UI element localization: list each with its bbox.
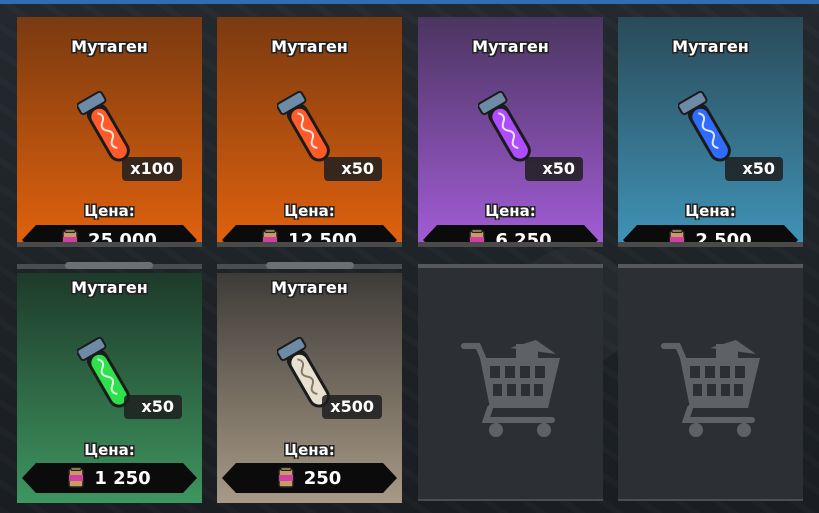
- price-value: 1 250: [94, 467, 151, 489]
- shopping-cart-icon: [661, 340, 760, 437]
- card-bottom-strip: [217, 242, 402, 247]
- item-quantity: x50: [725, 157, 783, 181]
- shopping-cart-icon: [461, 340, 560, 437]
- item-quantity: x100: [122, 157, 182, 181]
- card-bottom-strip: [618, 242, 803, 247]
- slot-bottom-line: [618, 499, 803, 501]
- price-label: Цена:: [284, 202, 335, 220]
- top-accent-bar: [0, 0, 819, 4]
- mutagen-can-icon: [68, 467, 84, 489]
- shop-item-card[interactable]: Мутаген x50 Цена: 6 250: [418, 17, 603, 247]
- empty-shop-slot[interactable]: [618, 264, 803, 501]
- price-label: Цена:: [685, 202, 736, 220]
- price-label: Цена:: [84, 202, 135, 220]
- card-bottom-strip: [418, 242, 603, 247]
- item-title: Мутаген: [271, 278, 348, 297]
- item-title: Мутаген: [271, 37, 348, 56]
- slot-bottom-line: [418, 499, 603, 501]
- shop-item-card[interactable]: Мутаген x50 Цена: 2 500: [618, 17, 803, 247]
- mutagen-can-icon: [278, 467, 294, 489]
- item-quantity: x50: [124, 395, 182, 419]
- scroll-handle[interactable]: [266, 262, 354, 269]
- item-title: Мутаген: [672, 37, 749, 56]
- price-label: Цена:: [485, 202, 536, 220]
- price-label: Цена:: [84, 441, 135, 459]
- price-button[interactable]: 250: [222, 463, 397, 493]
- shop-item-card[interactable]: Мутаген x500 Цена: 250: [217, 273, 402, 503]
- price-button[interactable]: 1 250: [22, 463, 197, 493]
- shop-item-card[interactable]: Мутаген x50 Цена: 12 500: [217, 17, 402, 247]
- price-value: 250: [303, 467, 342, 489]
- shop-item-card[interactable]: Мутаген x100 Цена: 25 000: [17, 17, 202, 247]
- item-quantity: x500: [322, 395, 382, 419]
- scroll-handle[interactable]: [65, 262, 153, 269]
- item-quantity: x50: [525, 157, 583, 181]
- price-label: Цена:: [284, 441, 335, 459]
- card-bottom-strip: [17, 242, 202, 247]
- item-quantity: x50: [324, 157, 382, 181]
- item-title: Мутаген: [472, 37, 549, 56]
- shop-item-card[interactable]: Мутаген x50 Цена: 1 250: [17, 273, 202, 503]
- item-title: Мутаген: [71, 278, 148, 297]
- empty-shop-slot[interactable]: [418, 264, 603, 501]
- item-title: Мутаген: [71, 37, 148, 56]
